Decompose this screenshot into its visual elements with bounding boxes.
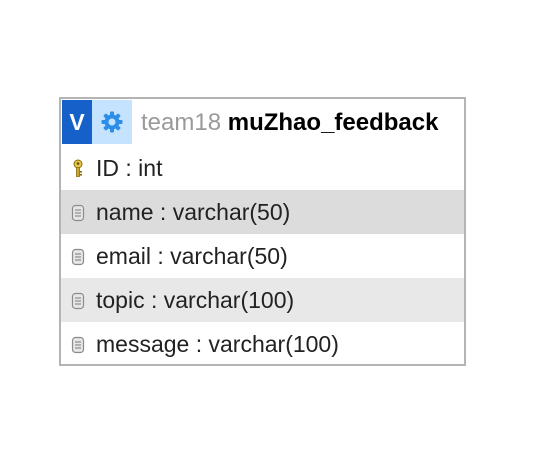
column-label: email : varchar(50)	[96, 243, 288, 269]
column-row-topic[interactable]: topic : varchar(100)	[61, 278, 464, 322]
column-icon	[71, 292, 85, 310]
column-row-email[interactable]: email : varchar(50)	[61, 234, 464, 278]
column-row-message[interactable]: message : varchar(100)	[61, 322, 464, 366]
column-label: ID : int	[96, 155, 163, 181]
db-table-card[interactable]: V team18 muZhao_feedback ID: int name:…	[59, 97, 466, 366]
column-label: topic : varchar(100)	[96, 287, 295, 313]
column-label: name : varchar(50)	[96, 199, 291, 225]
table-name: muZhao_feedback	[227, 109, 439, 136]
table-header: V team18 muZhao_feedback	[61, 99, 464, 146]
schema-name: team18	[141, 109, 222, 136]
column-row-id[interactable]: ID : int	[61, 146, 464, 190]
key-icon	[73, 159, 83, 177]
column-icon	[71, 336, 85, 354]
column-icon	[71, 204, 85, 222]
view-toggle-button[interactable]: V	[62, 100, 92, 144]
table-title[interactable]: team18 muZhao_feedback	[141, 99, 438, 146]
table-options-button[interactable]	[92, 100, 132, 144]
gear-icon	[101, 111, 123, 133]
column-label: message : varchar(100)	[96, 331, 339, 357]
column-row-name[interactable]: name : varchar(50)	[61, 190, 464, 234]
column-icon	[71, 248, 85, 266]
